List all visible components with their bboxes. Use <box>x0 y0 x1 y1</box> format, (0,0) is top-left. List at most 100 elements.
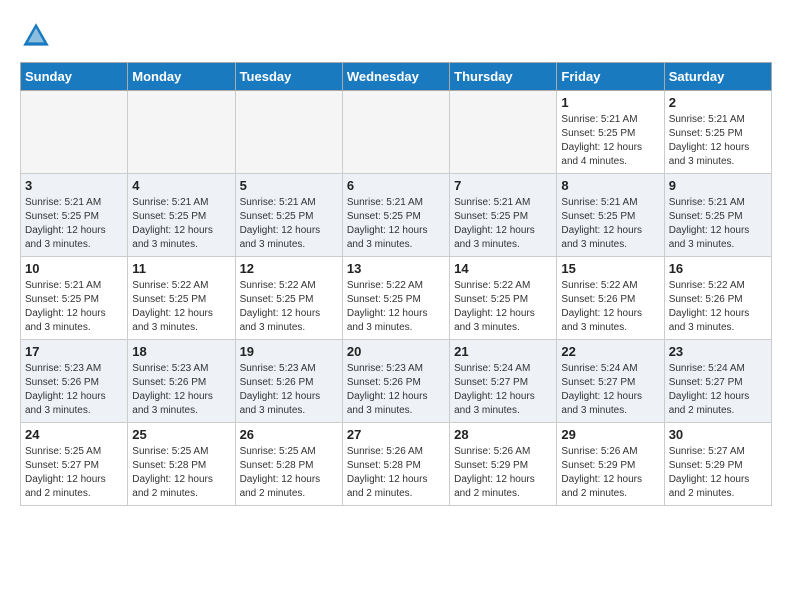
calendar-cell: 11 Sunrise: 5:22 AM Sunset: 5:25 PM Dayli… <box>128 257 235 340</box>
day-info: Sunrise: 5:21 AM Sunset: 5:25 PM Dayligh… <box>132 196 230 252</box>
calendar-cell: 24 Sunrise: 5:25 AM Sunset: 5:27 PM Dayli… <box>21 423 128 506</box>
day-info: Sunrise: 5:22 AM Sunset: 5:26 PM Dayligh… <box>669 279 767 335</box>
calendar-cell: 1 Sunrise: 5:21 AM Sunset: 5:25 PM Daylig… <box>557 91 664 174</box>
day-number: 11 <box>132 261 230 276</box>
calendar-cell: 13 Sunrise: 5:22 AM Sunset: 5:25 PM Dayli… <box>342 257 449 340</box>
calendar-cell: 19Sunrise: 5:23 AM Sunset: 5:26 PM Dayli… <box>235 340 342 423</box>
calendar-table: SundayMondayTuesdayWednesdayThursdayFrid… <box>20 62 772 506</box>
day-number: 13 <box>347 261 445 276</box>
week-row-2: 3 Sunrise: 5:21 AM Sunset: 5:25 PM Daylig… <box>21 174 772 257</box>
day-info: Sunrise: 5:25 AM Sunset: 5:27 PM Dayligh… <box>25 445 123 501</box>
weekday-friday: Friday <box>557 63 664 91</box>
day-info: Sunrise: 5:22 AM Sunset: 5:25 PM Dayligh… <box>132 279 230 335</box>
day-info: Sunrise: 5:27 AM Sunset: 5:29 PM Dayligh… <box>669 445 767 501</box>
weekday-sunday: Sunday <box>21 63 128 91</box>
calendar-cell: 28 Sunrise: 5:26 AM Sunset: 5:29 PM Dayli… <box>450 423 557 506</box>
day-info: Sunrise: 5:24 AM Sunset: 5:27 PM Dayligh… <box>561 362 659 418</box>
day-info: Sunrise: 5:21 AM Sunset: 5:25 PM Dayligh… <box>25 196 123 252</box>
calendar-cell: 12 Sunrise: 5:22 AM Sunset: 5:25 PM Dayli… <box>235 257 342 340</box>
day-number: 19 <box>240 344 338 359</box>
day-info: Sunrise: 5:25 AM Sunset: 5:28 PM Dayligh… <box>132 445 230 501</box>
day-number: 16 <box>669 261 767 276</box>
day-info: Sunrise: 5:24 AM Sunset: 5:27 PM Dayligh… <box>454 362 552 418</box>
day-number: 15 <box>561 261 659 276</box>
week-row-5: 24 Sunrise: 5:25 AM Sunset: 5:27 PM Dayli… <box>21 423 772 506</box>
weekday-saturday: Saturday <box>664 63 771 91</box>
day-number: 28 <box>454 427 552 442</box>
calendar-cell: 30 Sunrise: 5:27 AM Sunset: 5:29 PM Dayli… <box>664 423 771 506</box>
calendar-cell: 27 Sunrise: 5:26 AM Sunset: 5:28 PM Dayli… <box>342 423 449 506</box>
day-info: Sunrise: 5:21 AM Sunset: 5:25 PM Dayligh… <box>347 196 445 252</box>
day-number: 22 <box>561 344 659 359</box>
calendar-cell: 14 Sunrise: 5:22 AM Sunset: 5:25 PM Dayli… <box>450 257 557 340</box>
calendar-cell: 7 Sunrise: 5:21 AM Sunset: 5:25 PM Daylig… <box>450 174 557 257</box>
day-number: 27 <box>347 427 445 442</box>
day-number: 8 <box>561 178 659 193</box>
calendar-cell: 22 Sunrise: 5:24 AM Sunset: 5:27 PM Dayli… <box>557 340 664 423</box>
day-number: 4 <box>132 178 230 193</box>
calendar-cell: 16 Sunrise: 5:22 AM Sunset: 5:26 PM Dayli… <box>664 257 771 340</box>
calendar-cell: 18 Sunrise: 5:23 AM Sunset: 5:26 PM Dayli… <box>128 340 235 423</box>
weekday-header-row: SundayMondayTuesdayWednesdayThursdayFrid… <box>21 63 772 91</box>
day-number: 24 <box>25 427 123 442</box>
day-number: 26 <box>240 427 338 442</box>
logo <box>20 20 56 52</box>
calendar-cell: 21 Sunrise: 5:24 AM Sunset: 5:27 PM Dayli… <box>450 340 557 423</box>
calendar-cell: 9Sunrise: 5:21 AM Sunset: 5:25 PM Daylig… <box>664 174 771 257</box>
day-number: 5 <box>240 178 338 193</box>
weekday-monday: Monday <box>128 63 235 91</box>
calendar-cell: 4 Sunrise: 5:21 AM Sunset: 5:25 PM Daylig… <box>128 174 235 257</box>
day-number: 7 <box>454 178 552 193</box>
calendar-cell: 3 Sunrise: 5:21 AM Sunset: 5:25 PM Daylig… <box>21 174 128 257</box>
day-info: Sunrise: 5:26 AM Sunset: 5:29 PM Dayligh… <box>561 445 659 501</box>
day-number: 6 <box>347 178 445 193</box>
calendar-cell <box>21 91 128 174</box>
day-number: 30 <box>669 427 767 442</box>
calendar-cell: 8 Sunrise: 5:21 AM Sunset: 5:25 PM Daylig… <box>557 174 664 257</box>
calendar-cell: 26 Sunrise: 5:25 AM Sunset: 5:28 PM Dayli… <box>235 423 342 506</box>
day-info: Sunrise: 5:26 AM Sunset: 5:29 PM Dayligh… <box>454 445 552 501</box>
weekday-wednesday: Wednesday <box>342 63 449 91</box>
calendar-cell: 10 Sunrise: 5:21 AM Sunset: 5:25 PM Dayli… <box>21 257 128 340</box>
day-info: Sunrise: 5:22 AM Sunset: 5:26 PM Dayligh… <box>561 279 659 335</box>
day-info: Sunrise: 5:21 AM Sunset: 5:25 PM Dayligh… <box>669 113 767 169</box>
day-info: Sunrise: 5:23 AM Sunset: 5:26 PM Dayligh… <box>25 362 123 418</box>
day-number: 20 <box>347 344 445 359</box>
day-number: 14 <box>454 261 552 276</box>
day-number: 10 <box>25 261 123 276</box>
day-number: 23 <box>669 344 767 359</box>
calendar-cell: 17 Sunrise: 5:23 AM Sunset: 5:26 PM Dayli… <box>21 340 128 423</box>
day-info: Sunrise: 5:21 AM Sunset: 5:25 PM Dayligh… <box>25 279 123 335</box>
day-info: Sunrise: 5:25 AM Sunset: 5:28 PM Dayligh… <box>240 445 338 501</box>
calendar-cell: 6 Sunrise: 5:21 AM Sunset: 5:25 PM Daylig… <box>342 174 449 257</box>
day-number: 29 <box>561 427 659 442</box>
calendar-cell <box>450 91 557 174</box>
day-info: Sunrise: 5:26 AM Sunset: 5:28 PM Dayligh… <box>347 445 445 501</box>
day-number: 3 <box>25 178 123 193</box>
day-info: Sunrise: 5:22 AM Sunset: 5:25 PM Dayligh… <box>454 279 552 335</box>
weekday-thursday: Thursday <box>450 63 557 91</box>
calendar-cell: 20 Sunrise: 5:23 AM Sunset: 5:26 PM Dayli… <box>342 340 449 423</box>
calendar-cell: 25 Sunrise: 5:25 AM Sunset: 5:28 PM Dayli… <box>128 423 235 506</box>
day-number: 1 <box>561 95 659 110</box>
day-number: 12 <box>240 261 338 276</box>
week-row-1: 1 Sunrise: 5:21 AM Sunset: 5:25 PM Daylig… <box>21 91 772 174</box>
week-row-3: 10 Sunrise: 5:21 AM Sunset: 5:25 PM Dayli… <box>21 257 772 340</box>
day-info: Sunrise: 5:21 AM Sunset: 5:25 PM Dayligh… <box>669 196 767 252</box>
day-info: Sunrise: 5:21 AM Sunset: 5:25 PM Dayligh… <box>561 196 659 252</box>
day-info: Sunrise: 5:21 AM Sunset: 5:25 PM Dayligh… <box>561 113 659 169</box>
day-info: Sunrise: 5:22 AM Sunset: 5:25 PM Dayligh… <box>240 279 338 335</box>
day-info: Sunrise: 5:22 AM Sunset: 5:25 PM Dayligh… <box>347 279 445 335</box>
logo-icon <box>20 20 52 52</box>
day-info: Sunrise: 5:21 AM Sunset: 5:25 PM Dayligh… <box>454 196 552 252</box>
day-number: 17 <box>25 344 123 359</box>
day-number: 25 <box>132 427 230 442</box>
calendar-cell: 29 Sunrise: 5:26 AM Sunset: 5:29 PM Dayli… <box>557 423 664 506</box>
calendar-body: 1 Sunrise: 5:21 AM Sunset: 5:25 PM Daylig… <box>21 91 772 506</box>
day-number: 21 <box>454 344 552 359</box>
day-info: Sunrise: 5:23 AM Sunset: 5:26 PM Dayligh… <box>132 362 230 418</box>
day-info: Sunrise: 5:21 AM Sunset: 5:25 PM Dayligh… <box>240 196 338 252</box>
day-info: Sunrise: 5:23 AM Sunset: 5:26 PM Dayligh… <box>347 362 445 418</box>
day-number: 18 <box>132 344 230 359</box>
day-number: 2 <box>669 95 767 110</box>
